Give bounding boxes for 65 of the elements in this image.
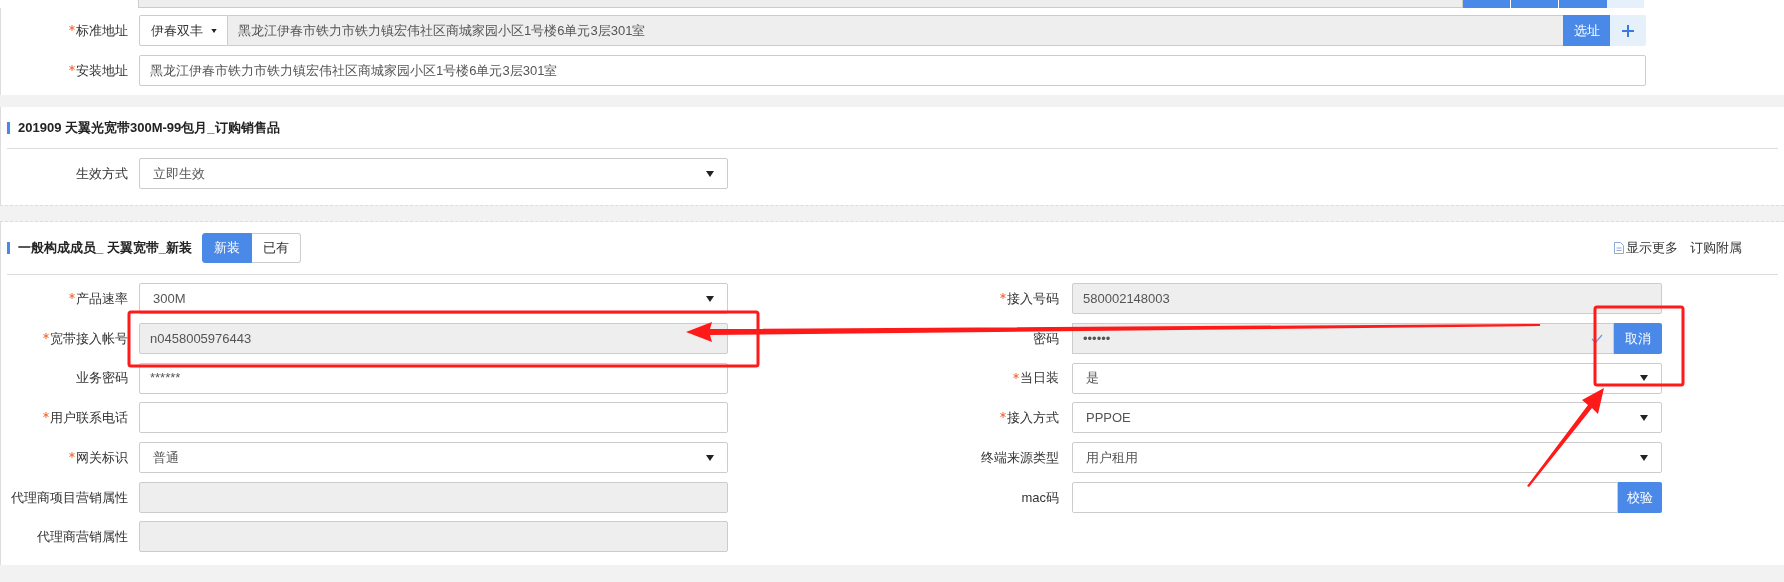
check-icon (1591, 333, 1603, 344)
select-field[interactable]: PPPOE (1072, 402, 1662, 434)
select-field[interactable]: 是 (1072, 362, 1662, 394)
select-value: 立即生效 (153, 164, 205, 183)
field-label: 代理商营销属性 (37, 528, 128, 547)
toolbar-button[interactable] (1559, 0, 1607, 8)
input-field[interactable]: ****** (139, 362, 728, 394)
input-field[interactable] (139, 521, 728, 553)
add-cell (1607, 0, 1644, 8)
caret-icon (706, 454, 714, 461)
section-title: 一般构成成员_ 天翼宽带_新装 (18, 239, 193, 258)
field-label: mac码 (1021, 488, 1059, 507)
section-title: 201909 天翼光宽带300M-99包月_订购销售品 (18, 118, 280, 137)
caret-icon (706, 170, 714, 177)
field-value: 黑龙江伊春市铁力市铁力镇宏伟社区商城家园小区1号楼6单元3层301室 (238, 21, 646, 40)
input-field[interactable] (139, 402, 728, 434)
add-button[interactable] (1610, 15, 1646, 46)
header-link[interactable]: 显示更多 (1614, 238, 1678, 258)
field-label: 产品速率 (76, 290, 128, 309)
toggle-tab[interactable]: 已有 (252, 233, 302, 263)
select-value: 300M (153, 290, 186, 309)
field-label: 终端来源类型 (981, 448, 1059, 467)
field-label: 生效方式 (76, 164, 128, 183)
caret-icon (1640, 414, 1648, 421)
field-label: 网关标识 (76, 448, 128, 467)
field-value: 580002148003 (1083, 290, 1170, 309)
input-field[interactable] (138, 0, 1463, 8)
caret-icon (1640, 375, 1648, 382)
select-value: 普通 (153, 448, 179, 467)
select-field[interactable]: 立即生效 (139, 158, 728, 189)
city-dropdown[interactable]: 伊春双丰 (139, 15, 228, 46)
toolbar-button[interactable] (1463, 0, 1511, 8)
field-value: ****** (150, 369, 181, 388)
select-value: 是 (1086, 369, 1099, 388)
field-label: 宽带接入帐号 (50, 329, 128, 348)
field-value: 黑龙江伊春市铁力市铁力镇宏伟社区商城家园小区1号楼6单元3层301室 (150, 61, 558, 80)
address-field[interactable]: 黑龙江伊春市铁力市铁力镇宏伟社区商城家园小区1号楼6单元3层301室 (228, 15, 1563, 46)
field-label: 安装地址 (76, 61, 128, 80)
field-label: 用户联系电话 (50, 409, 128, 428)
plus-icon (1622, 24, 1634, 37)
field-label: 接入方式 (1007, 409, 1059, 428)
field-value: •••••• (1083, 329, 1111, 348)
select-field[interactable]: 普通 (139, 442, 728, 474)
input-field[interactable]: 580002148003 (1072, 283, 1662, 315)
caret-icon (1640, 454, 1648, 461)
password-field[interactable]: •••••• (1072, 323, 1614, 355)
caret-icon (210, 28, 217, 33)
input-field[interactable]: n0458005976443 (139, 323, 728, 355)
field-label: 密码 (1033, 329, 1059, 348)
field-label: 代理商项目营销属性 (11, 488, 128, 507)
document-icon (1614, 242, 1624, 254)
field-label: 标准地址 (76, 21, 128, 40)
field-label: 业务密码 (76, 369, 128, 388)
select-value: 用户租用 (1086, 448, 1138, 467)
input-field[interactable] (139, 481, 728, 513)
toolbar-button[interactable] (1511, 0, 1559, 8)
select-value: PPPOE (1086, 409, 1131, 428)
field-value: n0458005976443 (150, 329, 252, 348)
field-label: 当日装 (1020, 369, 1059, 388)
caret-icon (706, 295, 714, 302)
header-link[interactable]: 订购附属 (1690, 238, 1742, 258)
field-label: 接入号码 (1007, 290, 1059, 309)
input-field[interactable]: 黑龙江伊春市铁力市铁力镇宏伟社区商城家园小区1号楼6单元3层301室 (139, 55, 1646, 86)
input-field[interactable] (1072, 481, 1618, 513)
select-field[interactable]: 用户租用 (1072, 442, 1662, 474)
